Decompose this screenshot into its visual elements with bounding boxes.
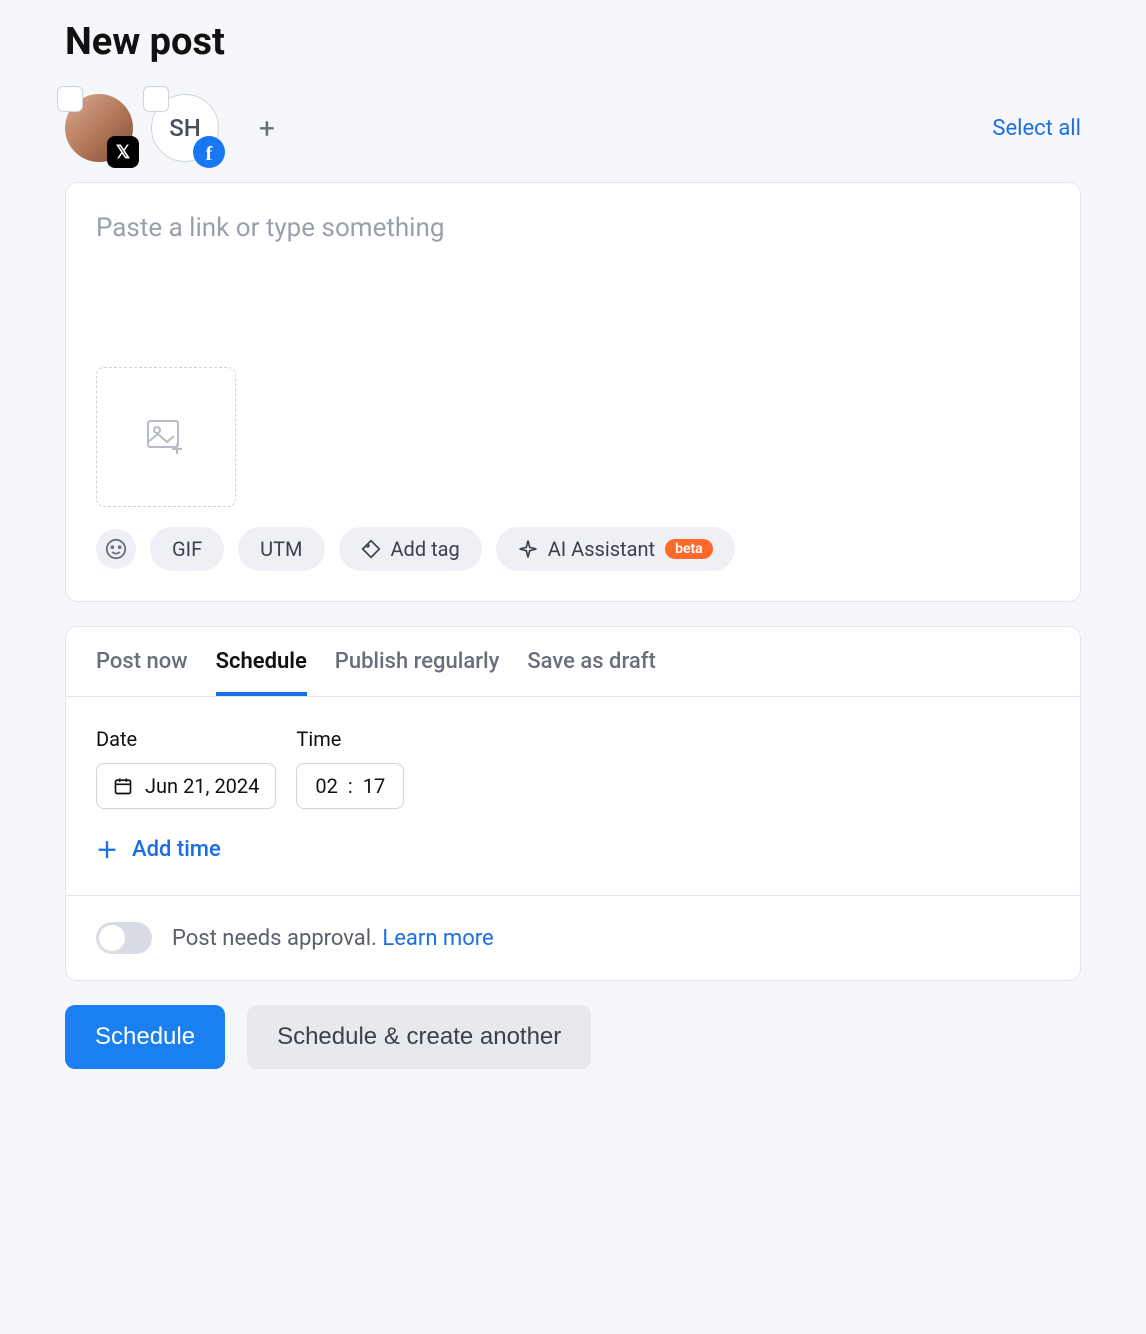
- add-time-label: Add time: [132, 837, 221, 862]
- date-value: Jun 21, 2024: [145, 774, 259, 798]
- composer-card: GIF UTM Add tag AI Assistant beta: [65, 182, 1081, 602]
- add-tag-chip-label: Add tag: [391, 537, 460, 561]
- beta-badge: beta: [665, 539, 713, 559]
- accounts-list: 𝕏 SH f +: [65, 94, 287, 162]
- tab-save-draft[interactable]: Save as draft: [527, 627, 655, 696]
- gif-chip-label: GIF: [172, 537, 202, 561]
- account-avatar-x[interactable]: 𝕏: [65, 94, 133, 162]
- schedule-create-another-button[interactable]: Schedule & create another: [247, 1005, 591, 1069]
- approval-row: Post needs approval. Learn more: [66, 896, 1080, 980]
- publish-mode-tabs: Post now Schedule Publish regularly Save…: [66, 627, 1080, 697]
- time-field: Time 02 : 17: [296, 727, 404, 809]
- learn-more-link[interactable]: Learn more: [382, 926, 493, 951]
- time-picker[interactable]: 02 : 17: [296, 763, 404, 809]
- approval-text: Post needs approval. Learn more: [172, 926, 494, 951]
- ai-assistant-chip-label: AI Assistant: [548, 537, 655, 561]
- schedule-tab-body: Date Jun 21, 2024 Time 02 : 17 ＋ Add t: [66, 697, 1080, 896]
- account-avatar-facebook[interactable]: SH f: [151, 94, 219, 162]
- time-separator: :: [348, 774, 353, 798]
- time-label: Time: [296, 727, 404, 751]
- tab-publish-regularly[interactable]: Publish regularly: [335, 627, 500, 696]
- plus-icon: +: [259, 112, 275, 145]
- page-title: New post: [65, 20, 1081, 64]
- emoji-picker-button[interactable]: [96, 529, 136, 569]
- composer-chips: GIF UTM Add tag AI Assistant beta: [96, 527, 1050, 571]
- account-checkbox[interactable]: [57, 86, 83, 112]
- emoji-icon: [105, 538, 127, 560]
- approval-text-label: Post needs approval.: [172, 926, 377, 951]
- time-minute: 17: [363, 774, 385, 798]
- add-time-button[interactable]: ＋ Add time: [96, 833, 1050, 865]
- image-add-icon: [147, 420, 185, 454]
- calendar-icon: [113, 776, 133, 796]
- composer-input[interactable]: [96, 213, 1050, 363]
- footer-actions: Schedule Schedule & create another: [65, 1005, 1081, 1069]
- add-media-dropzone[interactable]: [96, 367, 236, 507]
- gif-chip[interactable]: GIF: [150, 527, 224, 571]
- facebook-platform-icon: f: [193, 136, 225, 168]
- date-label: Date: [96, 727, 276, 751]
- tag-icon: [361, 539, 381, 559]
- tab-schedule[interactable]: Schedule: [216, 627, 307, 696]
- utm-chip-label: UTM: [260, 537, 302, 561]
- add-tag-chip[interactable]: Add tag: [339, 527, 482, 571]
- select-all-link[interactable]: Select all: [992, 116, 1081, 141]
- time-hour: 02: [315, 774, 337, 798]
- date-picker[interactable]: Jun 21, 2024: [96, 763, 276, 809]
- tab-post-now[interactable]: Post now: [96, 627, 188, 696]
- schedule-button[interactable]: Schedule: [65, 1005, 225, 1069]
- schedule-card: Post now Schedule Publish regularly Save…: [65, 626, 1081, 981]
- accounts-row: 𝕏 SH f + Select all: [65, 94, 1081, 162]
- add-account-button[interactable]: +: [247, 108, 287, 148]
- account-checkbox[interactable]: [143, 86, 169, 112]
- plus-icon: ＋: [96, 833, 118, 865]
- date-field: Date Jun 21, 2024: [96, 727, 276, 809]
- sparkle-icon: [518, 539, 538, 559]
- utm-chip[interactable]: UTM: [238, 527, 324, 571]
- x-platform-icon: 𝕏: [107, 136, 139, 168]
- ai-assistant-chip[interactable]: AI Assistant beta: [496, 527, 735, 571]
- approval-toggle[interactable]: [96, 922, 152, 954]
